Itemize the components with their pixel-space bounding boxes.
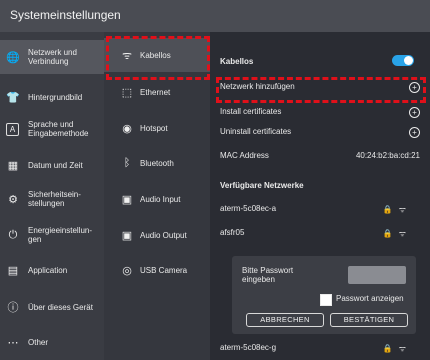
subnav-item-bluetooth[interactable]: ᛒ Bluetooth	[104, 151, 210, 175]
sidebar-item-label: Sicherheitsein-stellungen	[28, 190, 81, 208]
wifi-signal-icon: ᯤ	[398, 205, 412, 214]
add-network-row[interactable]: Netzwerk hinzufügen +	[220, 82, 420, 94]
subnav-item-label: Bluetooth	[140, 158, 174, 168]
password-dialog: Bitte Passwort eingeben Passwort anzeige…	[232, 256, 416, 334]
grid-icon: ▤	[7, 264, 19, 277]
wireless-toggle[interactable]	[392, 55, 414, 66]
audio-output-icon: ▣	[121, 229, 133, 242]
mac-address-row: MAC Address 40:24:b2:ba:cd:21	[220, 151, 420, 163]
subnav-item-label: Audio Input	[140, 194, 181, 204]
shirt-icon: 👕	[6, 91, 20, 104]
lock-icon: 🔒	[382, 205, 399, 214]
sidebar-item-label: Netzwerk und Verbindung	[28, 48, 77, 66]
uninstall-certificates-label: Uninstall certificates	[220, 127, 292, 136]
hotspot-icon: ◉	[122, 122, 132, 135]
globe-icon: 🌐	[6, 51, 20, 64]
wireless-header-row: Kabellos	[220, 55, 420, 69]
subnav-item-label: Hotspot	[140, 123, 168, 133]
shield-icon: ⚙	[8, 193, 18, 206]
wifi-signal-icon: ᯤ	[398, 344, 412, 353]
uninstall-certificates-row[interactable]: Uninstall certificates +	[220, 127, 420, 139]
sidebar-item-about[interactable]: ⓘ Über dieses Gerät	[0, 290, 104, 324]
title-bar: Systemeinstellungen	[0, 0, 430, 32]
sidebar-item-label: Application	[28, 265, 68, 275]
subnav-item-audio-input[interactable]: ▣ Audio Input	[104, 187, 210, 211]
sidebar-item-datetime[interactable]: ▦ Datum und Zeit	[0, 148, 104, 182]
sidebar-item-label: Sprache und Eingabemethode	[28, 120, 89, 138]
info-icon: ⓘ	[7, 302, 19, 314]
sidebar-item-network[interactable]: 🌐 Netzwerk und Verbindung	[0, 40, 104, 74]
network-ssid: aterm-5c08ec-a	[220, 204, 277, 213]
ethernet-icon: ⬚	[121, 86, 133, 99]
camera-icon: ◎	[122, 264, 132, 277]
window-title: Systemeinstellungen	[10, 8, 121, 22]
mac-address-label: MAC Address	[220, 151, 269, 160]
sidebar-item-wallpaper[interactable]: 👕 Hintergrundbild	[0, 80, 104, 114]
audio-input-icon: ▣	[121, 193, 133, 206]
confirm-button[interactable]: BESTÄTIGEN	[330, 313, 408, 327]
password-input[interactable]	[348, 266, 406, 284]
lock-icon: 🔒	[382, 229, 399, 238]
network-ssid: aterm-5c08ec-g	[220, 343, 277, 352]
keyboard-icon: A	[6, 122, 19, 136]
bluetooth-icon: ᛒ	[123, 157, 131, 169]
subnav-item-hotspot[interactable]: ◉ Hotspot	[104, 116, 210, 140]
sidebar-item-security[interactable]: ⚙ Sicherheitsein-stellungen	[0, 182, 104, 216]
power-icon: ⏻	[8, 228, 18, 241]
wifi-icon: ᯤ	[121, 49, 133, 62]
sidebar-item-label: Energieeinstellun-gen	[28, 226, 93, 244]
subnav-item-label: Audio Output	[140, 230, 187, 240]
sidebar-item-label: Hintergrundbild	[28, 92, 83, 102]
subnav-item-audio-output[interactable]: ▣ Audio Output	[104, 223, 210, 247]
wifi-signal-icon: ᯤ	[398, 229, 412, 238]
subnav-item-wireless[interactable]: ᯤ Kabellos	[104, 38, 210, 72]
subnav-item-ethernet[interactable]: ⬚ Ethernet	[104, 80, 210, 104]
cancel-button[interactable]: ABBRECHEN	[246, 313, 324, 327]
subnav-item-label: Kabellos	[140, 50, 171, 60]
sidebar-item-label: Other	[28, 337, 49, 347]
install-certificates-label: Install certificates	[220, 107, 282, 116]
subnav-item-usb-camera[interactable]: ◎ USB Camera	[104, 258, 210, 282]
password-prompt: Bitte Passwort eingeben	[242, 266, 294, 284]
mac-address-value: 40:24:b2:ba:cd:21	[355, 151, 420, 160]
sidebar-item-application[interactable]: ▤ Application	[0, 253, 104, 287]
sidebar-item-language[interactable]: A Sprache und Eingabemethode	[0, 112, 104, 146]
network-ssid: afsfr05	[220, 228, 245, 237]
sidebar-item-energy[interactable]: ⏻ Energieeinstellun-gen	[0, 218, 104, 252]
show-password-label: Passwort anzeigen	[336, 294, 404, 303]
install-certificates-plus-icon[interactable]: +	[409, 107, 420, 118]
lock-icon: 🔒	[382, 344, 399, 353]
network-row[interactable]: afsfr05 🔒ᯤ	[220, 228, 420, 240]
calendar-icon: ▦	[7, 159, 19, 172]
sidebar-item-label: Datum und Zeit	[28, 160, 83, 170]
add-network-label: Netzwerk hinzufügen	[220, 82, 295, 91]
show-password-checkbox[interactable]	[320, 294, 332, 306]
more-icon: ⋯	[7, 336, 19, 349]
subnav-item-label: USB Camera	[140, 265, 188, 275]
sidebar-item-other[interactable]: ⋯ Other	[0, 325, 104, 359]
available-networks-header: Verfügbare Netzwerke	[220, 181, 304, 190]
install-certificates-row[interactable]: Install certificates +	[220, 107, 420, 119]
network-row[interactable]: aterm-5c08ec-a 🔒ᯤ	[220, 204, 420, 216]
sidebar-item-label: Über dieses Gerät	[28, 302, 93, 312]
wireless-header: Kabellos	[220, 57, 254, 66]
subnav-item-label: Ethernet	[140, 87, 171, 97]
uninstall-certificates-plus-icon[interactable]: +	[409, 127, 420, 138]
network-row[interactable]: aterm-5c08ec-g 🔒ᯤ	[220, 343, 420, 355]
add-network-plus-icon[interactable]: +	[409, 82, 420, 93]
